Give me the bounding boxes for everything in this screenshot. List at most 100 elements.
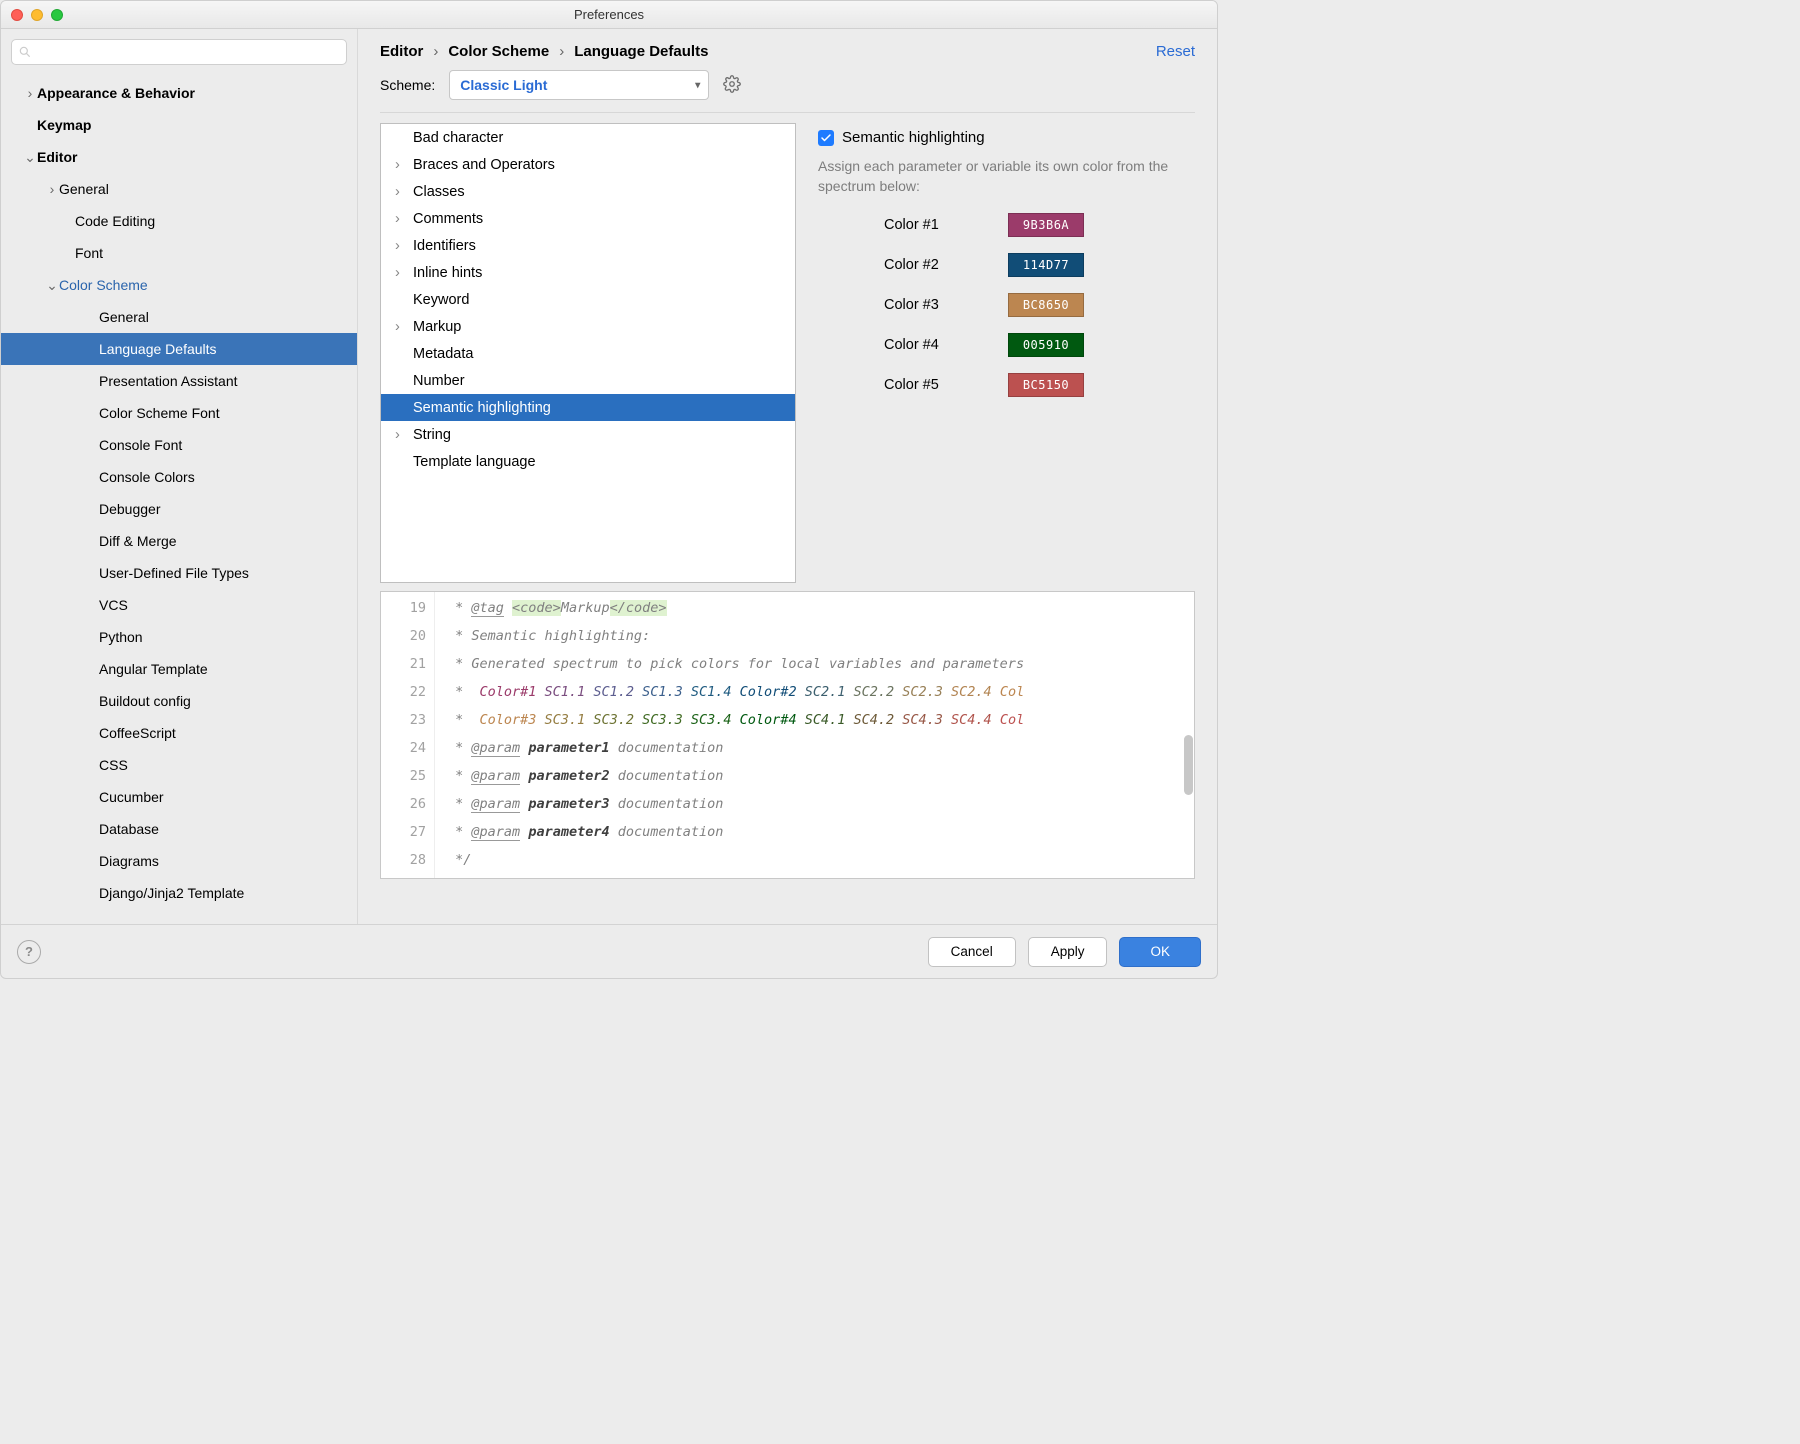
divider [380,112,1195,113]
sidebar-item[interactable]: CSS [1,749,357,781]
search-input[interactable] [11,39,347,65]
sidebar-item[interactable]: Code Editing [1,205,357,237]
color-row: Color #3BC8650 [818,293,1195,317]
window-title: Preferences [1,7,1217,22]
color-swatch[interactable]: 114D77 [1008,253,1084,277]
color-name: Color #4 [818,337,1008,353]
sidebar-item-label: Keymap [37,117,91,133]
breadcrumb-0[interactable]: Editor [380,43,423,60]
sidebar-item[interactable]: Console Colors [1,461,357,493]
category-item[interactable]: Keyword [381,286,795,313]
sidebar-item-label: Diagrams [99,853,159,869]
category-label: Comments [413,211,483,227]
line-number: 26 [381,790,426,818]
sidebar-item[interactable]: Console Font [1,429,357,461]
line-number: 19 [381,594,426,622]
sidebar-item[interactable]: General [1,301,357,333]
category-item[interactable]: Bad character [381,124,795,151]
sidebar-item-label: Django/Jinja2 Template [99,885,244,901]
breadcrumb-1[interactable]: Color Scheme [448,43,549,60]
category-item[interactable]: ›Markup [381,313,795,340]
sidebar-item[interactable]: Angular Template [1,653,357,685]
line-number: 21 [381,650,426,678]
category-list: Bad character›Braces and Operators›Class… [380,123,796,583]
category-label: Braces and Operators [413,157,555,173]
sidebar-item[interactable]: Buildout config [1,685,357,717]
category-item[interactable]: ›Inline hints [381,259,795,286]
code-line: * @tag <code>Markup</code> [447,594,1194,622]
category-item[interactable]: Template language [381,448,795,475]
sidebar-item[interactable]: Cucumber [1,781,357,813]
line-number: 22 [381,678,426,706]
sidebar-item-label: Color Scheme [59,277,148,293]
line-number: 28 [381,846,426,874]
code-line: * Color#3 SC3.1 SC3.2 SC3.3 SC3.4 Color#… [447,706,1194,734]
category-item[interactable]: Number [381,367,795,394]
gutter: 19202122232425262728 [381,592,435,878]
sidebar-item[interactable]: Diff & Merge [1,525,357,557]
sidebar-item-label: Code Editing [75,213,155,229]
chevron-right-icon: › [433,43,438,60]
category-item[interactable]: ›Classes [381,178,795,205]
color-row: Color #5BC5150 [818,373,1195,397]
sidebar-item-label: Console Colors [99,469,195,485]
sidebar-item-label: VCS [99,597,128,613]
search-icon [18,45,32,59]
color-swatch[interactable]: BC5150 [1008,373,1084,397]
titlebar: Preferences [1,1,1217,29]
sidebar-item[interactable]: Font [1,237,357,269]
sidebar-item[interactable]: Keymap [1,109,357,141]
sidebar-item[interactable]: ⌄Color Scheme [1,269,357,301]
sidebar-item[interactable]: Database [1,813,357,845]
cancel-button[interactable]: Cancel [928,937,1016,967]
sidebar-item[interactable]: Debugger [1,493,357,525]
category-label: String [413,427,451,443]
sidebar-item[interactable]: Language Defaults [1,333,357,365]
sidebar-item[interactable]: Presentation Assistant [1,365,357,397]
sidebar-item-label: Diff & Merge [99,533,177,549]
reset-link[interactable]: Reset [1156,43,1195,60]
sidebar-item[interactable]: Color Scheme Font [1,397,357,429]
category-label: Metadata [413,346,473,362]
sidebar-item[interactable]: Django/Jinja2 Template [1,877,357,909]
category-item[interactable]: ›Identifiers [381,232,795,259]
scrollbar-vertical[interactable] [1184,735,1193,795]
category-item[interactable]: ›String [381,421,795,448]
sidebar-item[interactable]: VCS [1,589,357,621]
category-label: Bad character [413,130,503,146]
gear-icon[interactable] [723,75,741,96]
category-item[interactable]: Metadata [381,340,795,367]
semantic-highlighting-checkbox[interactable] [818,130,834,146]
color-swatch[interactable]: BC8650 [1008,293,1084,317]
category-item[interactable]: ›Braces and Operators [381,151,795,178]
chevron-down-icon: ⌄ [23,149,37,166]
sidebar-item[interactable]: User-Defined File Types [1,557,357,589]
category-item[interactable]: ›Comments [381,205,795,232]
help-button[interactable]: ? [17,940,41,964]
sidebar-item[interactable]: ›Appearance & Behavior [1,77,357,109]
breadcrumb: Editor › Color Scheme › Language Default… [358,29,1217,70]
category-label: Number [413,373,465,389]
color-swatch[interactable]: 9B3B6A [1008,213,1084,237]
sidebar-item[interactable]: Diagrams [1,845,357,877]
semantic-highlighting-label: Semantic highlighting [842,129,985,146]
chevron-right-icon: › [395,238,413,254]
sidebar-item[interactable]: Python [1,621,357,653]
sidebar-item[interactable]: ›General [1,173,357,205]
chevron-right-icon: › [395,319,413,335]
category-label: Classes [413,184,465,200]
color-swatch[interactable]: 005910 [1008,333,1084,357]
code-line: * Semantic highlighting: [447,622,1194,650]
apply-button[interactable]: Apply [1028,937,1108,967]
ok-button[interactable]: OK [1119,937,1201,967]
chevron-right-icon: › [395,184,413,200]
line-number: 20 [381,622,426,650]
sidebar-item[interactable]: CoffeeScript [1,717,357,749]
category-item[interactable]: Semantic highlighting [381,394,795,421]
sidebar-item[interactable]: ⌄Editor [1,141,357,173]
color-name: Color #2 [818,257,1008,273]
scheme-combo[interactable]: Classic Light ▾ [449,70,709,100]
chevron-down-icon: ▾ [695,80,700,91]
category-label: Keyword [413,292,469,308]
line-number: 25 [381,762,426,790]
